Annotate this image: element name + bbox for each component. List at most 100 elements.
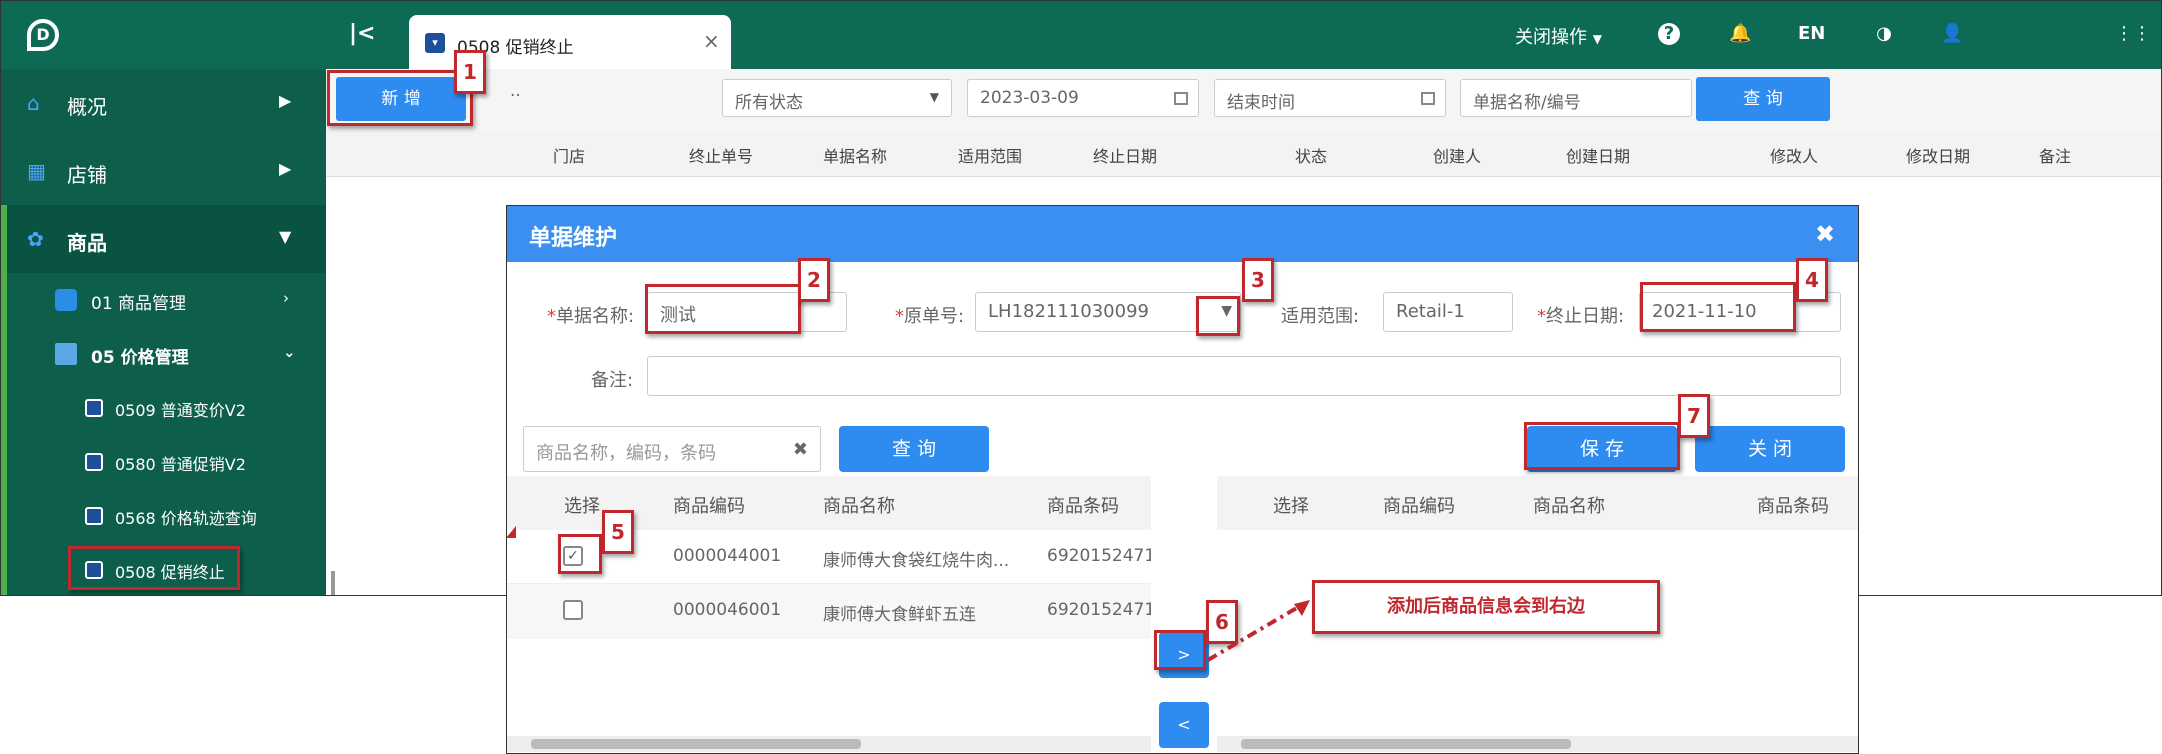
annotation-box-checkbox xyxy=(558,534,602,574)
chevron-down-icon: ▼ xyxy=(279,227,292,246)
help-icon[interactable]: ? xyxy=(1658,23,1680,45)
close-ops-menu[interactable]: 关闭操作 ▼ xyxy=(1515,23,1602,49)
col-creator: 创建人 xyxy=(1433,147,1482,166)
name-search-input[interactable]: 单据名称/编号 xyxy=(1460,79,1692,117)
sidebar-accent-bar xyxy=(1,205,7,595)
start-date-input[interactable]: 2023-03-09 xyxy=(967,79,1199,117)
required-mark: * xyxy=(1537,306,1546,327)
orig-no-value: LH182111030099 xyxy=(988,301,1149,322)
col-status: 状态 xyxy=(1295,147,1328,166)
sidebar-item-label: 0509 普通变价V2 xyxy=(115,401,246,420)
sidebar-item-0509[interactable]: 0509 普通变价V2 xyxy=(1,381,326,435)
monitor-icon xyxy=(55,343,77,365)
contrast-icon[interactable]: ◑ xyxy=(1873,23,1895,45)
cart-icon xyxy=(85,453,103,471)
sidebar-item-label: 0568 价格轨迹查询 xyxy=(115,509,257,528)
right-grid-scrollbar[interactable] xyxy=(1217,736,1858,752)
goods-search-input[interactable]: 商品名称，编码，条码 ✖ xyxy=(523,426,821,472)
status-select[interactable]: 所有状态 ▼ xyxy=(722,79,952,117)
col-store: 门店 xyxy=(553,147,586,166)
col-barcode: 商品条码 xyxy=(1757,496,1829,517)
language-toggle[interactable]: EN xyxy=(1798,23,1825,44)
sidebar-item-label: 0580 普通促销V2 xyxy=(115,455,246,474)
stop-date-label-text: 终止日期: xyxy=(1546,306,1625,327)
annotation-box-name xyxy=(645,284,801,334)
end-date-input[interactable]: 结束时间 xyxy=(1214,79,1446,117)
arrow-line xyxy=(1206,604,1302,662)
col-remark: 备注 xyxy=(2039,147,2072,166)
table-row[interactable]: 0000046001 康师傅大食鲜虾五连 69201524715 xyxy=(507,584,1151,638)
scope-input[interactable]: Retail-1 xyxy=(1383,292,1513,332)
goods-name: 康师傅大食袋红烧牛肉... xyxy=(823,551,1010,571)
chevron-down-icon: ⌄ xyxy=(283,343,296,361)
required-mark: * xyxy=(547,306,556,327)
orig-no-label: *原单号: xyxy=(895,302,964,328)
scrollbar-thumb[interactable] xyxy=(1241,739,1571,749)
calendar-icon xyxy=(1421,92,1435,105)
sidebar-item-label: 店铺 xyxy=(67,163,107,187)
sidebar-item-overview[interactable]: ⌂ 概况 ▶ xyxy=(1,69,326,137)
annotation-box-move xyxy=(1154,630,1206,670)
orig-no-label-text: 原单号: xyxy=(904,306,965,327)
query-button[interactable]: 查 询 xyxy=(1696,77,1830,121)
sidebar-item-price-mgmt[interactable]: 05 价格管理 ⌄ xyxy=(1,327,326,381)
user-icon[interactable]: 👤 xyxy=(1941,23,1963,45)
sidebar-item-store[interactable]: ▦ 店铺 ▶ xyxy=(1,137,326,205)
col-select: 选择 xyxy=(564,496,600,517)
remark-input[interactable] xyxy=(647,356,1841,396)
collapse-left-icon[interactable]: |< xyxy=(349,21,375,46)
sidebar-item-0580[interactable]: 0580 普通促销V2 xyxy=(1,435,326,489)
scrollbar-thumb[interactable] xyxy=(531,739,861,749)
left-grid-scrollbar[interactable] xyxy=(507,736,1151,752)
chevron-down-icon: ▼ xyxy=(1592,32,1602,46)
tab-close-icon[interactable]: × xyxy=(703,29,720,53)
arrow-head xyxy=(1294,600,1310,616)
col-goods-code: 商品编码 xyxy=(673,496,745,517)
dialog-header: 单据维护 ✖ xyxy=(507,206,1858,262)
col-scope: 适用范围 xyxy=(958,147,1023,166)
col-goods-name: 商品名称 xyxy=(823,496,895,517)
stop-date-label: *终止日期: xyxy=(1537,302,1624,328)
sidebar-item-goods-mgmt[interactable]: 01 商品管理 › xyxy=(1,273,326,327)
clear-icon[interactable]: ✖ xyxy=(793,439,808,460)
right-grid-header: 选择 商品编码 商品名称 商品条码 xyxy=(1217,476,1858,530)
goods-search-placeholder: 商品名称，编码，条码 xyxy=(536,443,716,464)
annotation-number: 7 xyxy=(1678,394,1710,438)
row-checkbox[interactable] xyxy=(563,600,583,620)
dialog-title: 单据维护 xyxy=(529,226,618,251)
annotation-number: 3 xyxy=(1242,258,1274,302)
col-stop-date: 终止日期 xyxy=(1093,147,1158,166)
col-stop-no: 终止单号 xyxy=(689,147,754,166)
status-select-value: 所有状态 xyxy=(735,93,803,113)
annotation-number: 5 xyxy=(602,510,634,554)
goods-icon: ✿ xyxy=(27,227,44,251)
sidebar-item-goods[interactable]: ✿ 商品 ▼ xyxy=(1,205,326,273)
annotation-box-date xyxy=(1640,282,1796,332)
database-icon xyxy=(55,289,77,311)
close-icon[interactable]: ✖ xyxy=(1815,220,1835,248)
chevron-right-icon: ▶ xyxy=(279,91,292,110)
end-date-placeholder: 结束时间 xyxy=(1227,93,1295,113)
doc-name-label-text: 单据名称: xyxy=(556,306,635,327)
store-select-value: ·· xyxy=(510,86,521,106)
close-button[interactable]: 关 闭 xyxy=(1695,426,1845,472)
sidebar-item-label: 概况 xyxy=(67,95,107,119)
col-barcode: 商品条码 xyxy=(1047,496,1119,517)
goods-query-button[interactable]: 查 询 xyxy=(839,426,989,472)
required-mark: * xyxy=(895,306,904,327)
scrollbar[interactable] xyxy=(331,571,335,595)
move-left-button[interactable]: < xyxy=(1159,702,1209,748)
doc-name-label: *单据名称: xyxy=(547,302,634,328)
filter-bar: 新 增 ·· ▼ 所有状态 ▼ 2023-03-09 结束时间 单据名称/编号 … xyxy=(326,69,2161,131)
corner-marker-shape xyxy=(506,526,516,538)
sidebar-item-label: 05 价格管理 xyxy=(91,348,189,368)
home-icon: ⌂ xyxy=(27,91,40,115)
logo-icon: D xyxy=(27,19,59,51)
grid-menu-icon[interactable]: ⋮⋮ xyxy=(2115,23,2151,45)
bell-icon[interactable]: 🔔 xyxy=(1729,23,1751,45)
col-goods-name: 商品名称 xyxy=(1533,496,1605,517)
sidebar-item-0568[interactable]: 0568 价格轨迹查询 xyxy=(1,489,326,543)
col-select: 选择 xyxy=(1273,496,1309,517)
calendar-icon xyxy=(1174,92,1188,105)
name-search-placeholder: 单据名称/编号 xyxy=(1473,93,1581,113)
